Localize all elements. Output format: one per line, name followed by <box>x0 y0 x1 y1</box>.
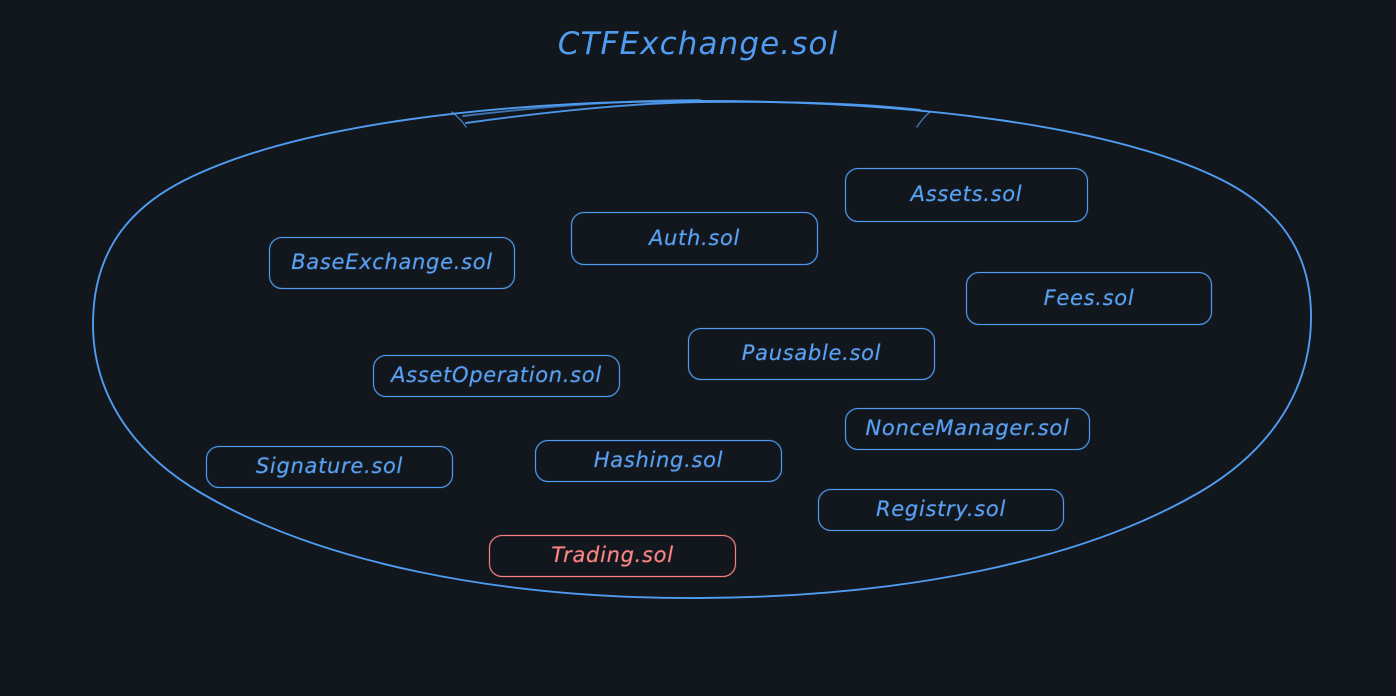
node-pausable[interactable]: Pausable.sol <box>688 328 935 380</box>
node-label: Pausable.sol <box>741 341 882 365</box>
node-label: Signature.sol <box>255 454 404 478</box>
node-hashing[interactable]: Hashing.sol <box>535 440 782 482</box>
node-label: Hashing.sol <box>593 448 724 472</box>
diagram-canvas: CTFExchange.sol Assets.sol Auth.sol Base… <box>0 0 1396 696</box>
node-nonce-manager[interactable]: NonceManager.sol <box>845 408 1090 450</box>
diagram-title: CTFExchange.sol <box>557 26 839 62</box>
node-assets[interactable]: Assets.sol <box>845 168 1088 222</box>
node-label: Auth.sol <box>648 225 741 250</box>
node-asset-operation[interactable]: AssetOperation.sol <box>373 355 620 397</box>
node-label: Assets.sol <box>910 182 1023 206</box>
node-label: Trading.sol <box>551 543 674 567</box>
node-signature[interactable]: Signature.sol <box>206 446 453 488</box>
node-label: NonceManager.sol <box>865 416 1070 440</box>
node-base-exchange[interactable]: BaseExchange.sol <box>269 237 515 289</box>
node-label: Fees.sol <box>1043 285 1135 310</box>
node-label: Registry.sol <box>876 497 1006 521</box>
node-fees[interactable]: Fees.sol <box>966 272 1212 325</box>
node-label: AssetOperation.sol <box>391 363 602 387</box>
node-registry[interactable]: Registry.sol <box>818 489 1064 531</box>
node-trading[interactable]: Trading.sol <box>489 535 736 577</box>
node-label: BaseExchange.sol <box>291 250 493 274</box>
node-auth[interactable]: Auth.sol <box>571 212 818 265</box>
